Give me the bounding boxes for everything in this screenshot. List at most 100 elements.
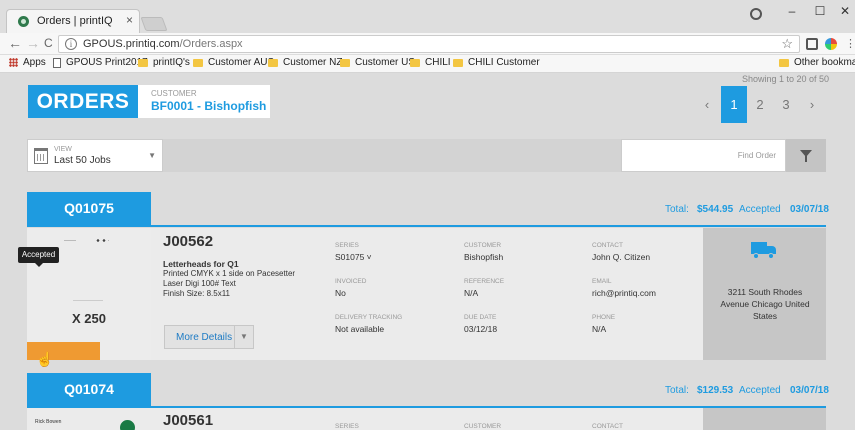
bookmark-customer-nz[interactable]: Customer NZ bbox=[268, 57, 342, 68]
order-divider bbox=[27, 225, 826, 227]
more-details-button[interactable]: More Details ▼ bbox=[164, 325, 254, 349]
new-tab-button[interactable] bbox=[140, 17, 168, 31]
order-number-tab[interactable]: Q01074 bbox=[27, 373, 151, 406]
bookmark-label: CHILI Customer bbox=[468, 57, 540, 68]
order-total-label: Total: bbox=[665, 204, 689, 215]
close-tab-icon[interactable]: × bbox=[126, 13, 133, 27]
bookmark-other[interactable]: Other bookmarks bbox=[779, 57, 855, 68]
tracking-value: Not available bbox=[335, 324, 385, 334]
field-label: REFERENCE bbox=[464, 278, 505, 285]
email-value[interactable]: rich@printiq.com bbox=[592, 288, 656, 298]
reload-button[interactable]: C bbox=[44, 36, 53, 50]
pagination-page-3[interactable]: 3 bbox=[773, 86, 799, 123]
bookmark-label: Other bookmarks bbox=[794, 57, 855, 68]
view-dropdown[interactable]: VIEW Last 50 Jobs ▼ bbox=[27, 139, 163, 172]
address-bar-row: ← → C i GPOUS.printiq.com/Orders.aspx ☆ … bbox=[0, 33, 855, 55]
field-label: SERIES bbox=[335, 423, 359, 430]
bookmark-customer-aus[interactable]: Customer AUS bbox=[193, 57, 274, 68]
job-number[interactable]: J00562 bbox=[163, 233, 213, 250]
phone-field: PHONE N/A bbox=[592, 314, 615, 334]
reference-value: N/A bbox=[464, 288, 479, 298]
delivery-truck-icon bbox=[751, 242, 777, 260]
color-extension-icon[interactable] bbox=[825, 38, 837, 50]
bookmark-chili-customer[interactable]: CHILI Customer bbox=[453, 57, 540, 68]
due-date-field: DUE DATE 03/12/18 bbox=[464, 314, 497, 334]
hand-cursor-icon: ☝ bbox=[36, 351, 54, 367]
url-input[interactable]: i GPOUS.printiq.com/Orders.aspx ☆ bbox=[58, 35, 800, 53]
job-desc-line: Printed CMYK x 1 side on Pacesetter bbox=[163, 269, 296, 278]
job-desc-line: Laser Digi 100# Text bbox=[163, 279, 236, 288]
browser-tab-bar: Orders | printIQ × – ☐ ✕ bbox=[0, 0, 855, 33]
filter-button[interactable] bbox=[786, 139, 826, 172]
order-date: 03/07/18 bbox=[790, 385, 829, 396]
bookmark-label: Customer US bbox=[355, 57, 416, 68]
forward-button[interactable]: → bbox=[26, 35, 40, 51]
series-value[interactable]: S01075 ˅ bbox=[335, 252, 372, 262]
invoiced-value: No bbox=[335, 288, 346, 298]
back-button[interactable]: ← bbox=[8, 35, 22, 51]
user-profile-icon[interactable] bbox=[750, 8, 762, 20]
url-path: /Orders.aspx bbox=[179, 38, 243, 50]
field-label: CUSTOMER bbox=[464, 242, 502, 249]
customer-value: Bishopfish bbox=[464, 252, 504, 262]
thumbnail-line bbox=[73, 300, 103, 301]
bookmark-printiqs[interactable]: printIQ's bbox=[138, 57, 190, 68]
invoiced-field: INVOICED No bbox=[335, 278, 366, 298]
order-number-tab[interactable]: Q01075 bbox=[27, 192, 151, 225]
pagination-next[interactable]: › bbox=[799, 86, 825, 123]
folder-icon bbox=[410, 58, 420, 67]
job-number[interactable]: J00561 bbox=[163, 412, 213, 429]
customer-selector[interactable]: CUSTOMER BF0001 - Bishopfish bbox=[138, 85, 270, 118]
page-title: ORDERS bbox=[28, 85, 138, 118]
truck-wheel bbox=[753, 253, 759, 259]
order-total-value: $544.95 bbox=[697, 204, 734, 215]
field-label: PHONE bbox=[592, 314, 616, 321]
bookmark-gpous[interactable]: GPOUS Print2017 bbox=[53, 57, 148, 68]
bookmark-star-icon[interactable]: ☆ bbox=[781, 36, 793, 52]
bookmark-label: Customer NZ bbox=[283, 57, 343, 68]
bookmark-label: printIQ's bbox=[153, 57, 190, 68]
bookmark-apps[interactable]: Apps bbox=[9, 57, 46, 68]
order-status: Accepted bbox=[739, 204, 781, 215]
job-card: X 250 J00562 Letterheads for Q1 Printed … bbox=[27, 228, 826, 360]
find-order-input[interactable]: Find Order bbox=[621, 139, 786, 172]
bookmark-customer-us[interactable]: Customer US bbox=[340, 57, 415, 68]
folder-icon bbox=[193, 58, 203, 67]
site-info-icon[interactable]: i bbox=[65, 38, 77, 50]
truck-wheel bbox=[768, 253, 774, 259]
folder-icon bbox=[138, 58, 148, 67]
delivery-panel[interactable] bbox=[703, 408, 826, 430]
tab-title: Orders | printIQ bbox=[37, 15, 113, 27]
reference-field: REFERENCE N/A bbox=[464, 278, 504, 298]
delivery-panel[interactable]: 3211 South Rhodes Avenue Chicago United … bbox=[703, 228, 826, 360]
pagination-prev[interactable]: ‹ bbox=[694, 86, 720, 123]
contact-field: CONTACT John Q. Citizen bbox=[592, 242, 650, 262]
find-order-placeholder: Find Order bbox=[737, 151, 776, 160]
browser-tab[interactable]: Orders | printIQ × bbox=[6, 9, 140, 33]
view-label: VIEW bbox=[54, 146, 72, 153]
chevron-down-icon[interactable]: ▼ bbox=[240, 332, 248, 341]
customer-label: CUSTOMER bbox=[151, 89, 197, 98]
funnel-icon bbox=[800, 150, 812, 162]
order-total-value: $129.53 bbox=[697, 385, 734, 396]
job-desc-line: Finish Size: 8.5x11 bbox=[163, 289, 230, 298]
calendar-icon bbox=[34, 148, 48, 164]
menu-icon[interactable]: ⋮ bbox=[845, 37, 855, 50]
phone-value: N/A bbox=[592, 324, 607, 334]
bookmark-chili[interactable]: CHILI bbox=[410, 57, 451, 68]
minimize-button[interactable]: – bbox=[782, 4, 802, 18]
maximize-button[interactable]: ☐ bbox=[810, 4, 830, 18]
extension-icon[interactable] bbox=[806, 38, 818, 50]
bookmark-label: Customer AUS bbox=[208, 57, 275, 68]
pagination-page-1[interactable]: 1 bbox=[721, 86, 747, 123]
job-title: Letterheads for Q1 bbox=[163, 259, 239, 269]
pagination-page-2[interactable]: 2 bbox=[747, 86, 773, 123]
folder-icon bbox=[340, 58, 350, 67]
button-divider bbox=[234, 326, 235, 348]
customer-value: BF0001 - Bishopfish bbox=[151, 99, 267, 113]
filter-bar: VIEW Last 50 Jobs ▼ Find Order bbox=[27, 139, 826, 172]
close-window-button[interactable]: ✕ bbox=[835, 4, 855, 18]
orders-page: Showing 1 to 20 of 50 ORDERS CUSTOMER BF… bbox=[0, 73, 855, 430]
field-label: SERIES bbox=[335, 242, 359, 249]
bookmark-label: CHILI bbox=[425, 57, 451, 68]
